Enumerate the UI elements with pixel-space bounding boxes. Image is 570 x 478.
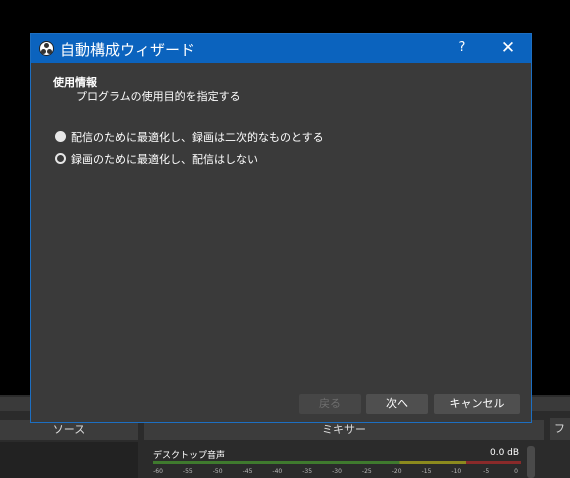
scale-tick-label: -20 — [391, 468, 402, 475]
back-button[interactable]: 戻る — [299, 394, 361, 414]
scale-tick-label: 0 — [514, 468, 518, 475]
mixer-track-level: 0.0 dB — [490, 448, 520, 458]
dialog-titlebar[interactable]: 自動構成ウィザード ? ✕ — [31, 34, 531, 63]
scale-tick-label: -10 — [451, 468, 462, 475]
scale-tick-label: -60 — [153, 468, 163, 475]
scale-tick-label: -50 — [212, 468, 223, 475]
scale-tick-label: -30 — [332, 468, 342, 475]
scale-tick-label: -5 — [483, 468, 490, 475]
sources-dock-header: ソース — [0, 420, 138, 440]
scale-tick-label: -25 — [361, 468, 372, 475]
mixer-track-name: デスクトップ音声 — [153, 451, 226, 461]
controls-dock-button[interactable]: フ — [550, 418, 570, 440]
cancel-button[interactable]: キャンセル — [434, 394, 520, 414]
mixer-dock-header: ミキサー — [144, 420, 544, 440]
volume-scale: -60 -55 -50 -45 -40 -35 -30 -25 -20 -15 -10 -5 0 — [153, 466, 521, 478]
scale-tick-label: -35 — [302, 468, 313, 475]
section-subtitle: プログラムの使用目的を指定する — [76, 90, 241, 103]
auto-config-wizard-dialog: 自動構成ウィザード ? ✕ 使用情報 プログラムの使用目的を指定する 配信のため… — [30, 33, 532, 423]
scale-tick-label: -40 — [272, 468, 283, 475]
dialog-title: 自動構成ウィザード — [60, 41, 196, 59]
volume-meter — [153, 461, 521, 464]
scale-tick-label: -55 — [182, 468, 193, 475]
next-button[interactable]: 次へ — [366, 394, 428, 414]
close-button[interactable]: ✕ — [495, 37, 521, 59]
radio-button-selected[interactable] — [55, 153, 66, 164]
scale-tick-label: -15 — [421, 468, 432, 475]
radio-button[interactable] — [55, 131, 66, 142]
help-button[interactable]: ? — [449, 40, 475, 58]
option-label[interactable]: 録画のために最適化し、配信はしない — [71, 151, 258, 167]
sources-list[interactable] — [0, 442, 138, 478]
option-label[interactable]: 配信のために最適化し、録画は二次的なものとする — [71, 129, 324, 145]
mixer-scrollbar[interactable] — [527, 446, 535, 478]
obs-logo-icon — [39, 41, 54, 56]
scale-tick-label: -45 — [242, 468, 253, 475]
